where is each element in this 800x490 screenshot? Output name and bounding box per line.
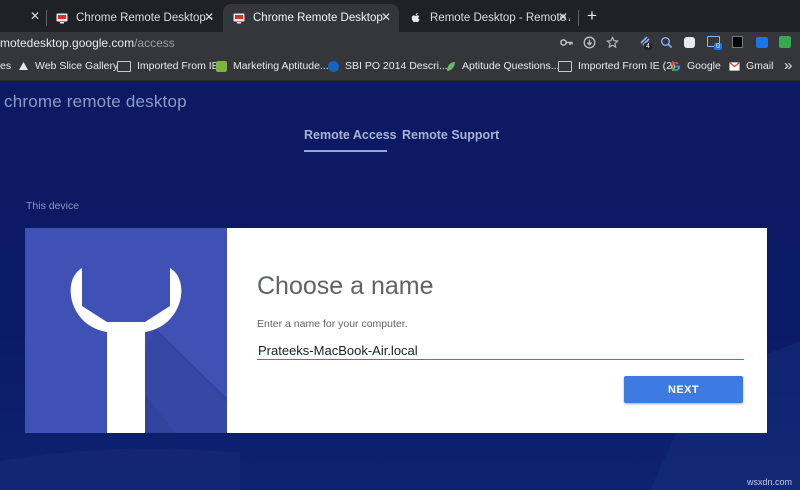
extension-blue-icon[interactable] (756, 37, 768, 48)
bookmark-apps[interactable]: es (0, 60, 11, 72)
bookmark-imported-from-ie-2[interactable]: Imported From IE (2) (558, 60, 675, 72)
leaf-favicon-icon (216, 60, 227, 72)
remote-desktop-favicon-icon (233, 13, 245, 24)
slice-favicon-icon (19, 61, 28, 70)
extension-badge: 4 (644, 43, 652, 50)
extension-square-icon[interactable] (684, 37, 695, 48)
tab-chrome-remote-desktop-active[interactable]: Chrome Remote Desktop ✕ (223, 4, 399, 32)
bookmark-star-icon[interactable] (606, 36, 619, 49)
tab-separator (578, 10, 579, 26)
bookmark-label: Imported From IE (137, 60, 219, 72)
setup-illustration-panel (25, 228, 227, 433)
bookmark-label: es (0, 60, 12, 72)
bookmarks-bar: es Web Slice Gallery Imported From IE Ma… (0, 54, 800, 81)
url-host: motedesktop.google.com (0, 36, 135, 50)
bookmark-marketing-aptitude[interactable]: Marketing Aptitude... (216, 60, 329, 72)
wrench-icon (70, 268, 227, 433)
url-path: /access (134, 36, 175, 50)
new-tab-button[interactable]: + (587, 6, 597, 26)
key-icon[interactable] (560, 37, 573, 48)
tab-title: Remote Desktop - Remote Assis (430, 12, 570, 24)
next-button[interactable]: NEXT (624, 376, 743, 403)
folder-icon (117, 60, 131, 72)
dialog-title: Choose a name (257, 272, 434, 300)
folder-icon (558, 60, 572, 72)
address-bar[interactable]: motedesktop.google.com/access (0, 36, 175, 50)
bookmark-sbi-po[interactable]: SBI PO 2014 Descri... (328, 60, 448, 72)
tab-strip: ✕ Chrome Remote Desktop - Chro ✕ Chrome … (0, 0, 800, 32)
gmail-icon (729, 61, 740, 71)
extension-green-icon[interactable] (779, 36, 791, 48)
brand-title: chrome remote desktop (4, 92, 187, 111)
address-bar-row: motedesktop.google.com/access 4 0 (0, 32, 800, 54)
bookmark-label: Aptitude Questions... (462, 60, 560, 72)
bookmark-imported-from-ie[interactable]: Imported From IE (117, 60, 219, 72)
bookmark-google[interactable]: Google (670, 60, 721, 72)
bookmark-label: Gmail (746, 60, 774, 72)
bookmark-label: Marketing Aptitude... (233, 60, 329, 72)
tab-remote-access[interactable]: Remote Access (304, 128, 397, 142)
watermark: wsxdn.com (746, 477, 792, 487)
download-circle-icon[interactable] (583, 36, 596, 49)
bookmark-label: Imported From IE (2) (578, 60, 676, 72)
active-tab-indicator (304, 150, 387, 152)
extension-badge: 0 (714, 43, 722, 50)
dialog-instruction: Enter a name for your computer. (257, 318, 408, 330)
bookmark-aptitude-questions[interactable]: Aptitude Questions... (445, 60, 559, 72)
tab-title: Chrome Remote Desktop (253, 12, 383, 24)
bookmark-label: Google (687, 60, 721, 72)
tab-close-icon[interactable]: ✕ (30, 9, 40, 23)
tab-close-icon[interactable]: ✕ (204, 10, 214, 24)
leaf-favicon-icon (447, 61, 455, 71)
tab-close-icon[interactable]: ✕ (558, 10, 568, 24)
tab-close-icon[interactable]: ✕ (381, 10, 391, 24)
tab-remote-assistance[interactable]: Remote Desktop - Remote Assis ✕ (400, 4, 576, 32)
tab-remote-support[interactable]: Remote Support (402, 128, 499, 142)
extension-dark-icon[interactable] (732, 36, 743, 48)
remote-desktop-favicon-icon (56, 13, 68, 24)
google-g-icon (670, 61, 681, 71)
computer-name-input[interactable] (257, 341, 744, 360)
bookmark-gmail[interactable]: Gmail (729, 60, 773, 72)
extension-search-icon[interactable] (660, 36, 673, 49)
bookmark-web-slice-gallery[interactable]: Web Slice Gallery (18, 60, 118, 72)
bookmarks-overflow-icon[interactable]: » (784, 57, 792, 74)
section-label: This device (26, 200, 80, 212)
apple-favicon-icon (411, 13, 420, 23)
bookmark-label: SBI PO 2014 Descri... (345, 60, 448, 72)
tab-title: Chrome Remote Desktop - Chro (76, 12, 216, 24)
sbi-favicon-icon (328, 60, 339, 72)
tab-chrome-remote-desktop-1[interactable]: Chrome Remote Desktop - Chro ✕ (46, 4, 222, 32)
bookmark-label: Web Slice Gallery (35, 60, 119, 72)
